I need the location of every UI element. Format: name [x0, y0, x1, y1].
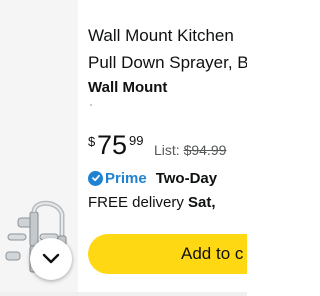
add-to-cart-button[interactable]: Add to c	[88, 234, 247, 274]
product-info: Wall Mount Kitchen Pull Down Sprayer, B …	[88, 0, 247, 296]
price-fraction: 99	[129, 133, 144, 148]
shipping-speed: Two-Day	[155, 169, 218, 187]
delivery-day: Sat,	[188, 194, 216, 211]
product-card: Wall Mount Kitchen Pull Down Sprayer, B …	[0, 0, 247, 296]
check-icon	[88, 170, 103, 186]
product-title-line-2[interactable]: Pull Down Sprayer, B	[88, 49, 247, 76]
product-title-line-1[interactable]: Wall Mount Kitchen	[88, 22, 247, 49]
price-whole: 75	[97, 130, 128, 160]
card-divider	[0, 292, 247, 296]
delivery-prefix: FREE delivery	[88, 194, 189, 211]
list-price-label: List: $94.99	[154, 142, 226, 158]
price-currency: $	[88, 134, 96, 149]
delivery-info: FREE delivery Sat,	[88, 194, 216, 211]
prime-badge: Prime Two-Day	[88, 168, 217, 188]
product-image-panel[interactable]	[0, 0, 78, 296]
product-brand: Wall Mount	[88, 79, 168, 96]
expand-button[interactable]	[30, 238, 72, 280]
divider-dot	[90, 104, 92, 106]
list-label: List:	[154, 142, 184, 158]
add-to-cart-label: Add to c	[181, 244, 244, 263]
list-price: $94.99	[183, 142, 227, 158]
product-title-link[interactable]: Wall Mount Kitchen Pull Down Sprayer, B	[88, 22, 247, 76]
prime-label: Prime	[105, 169, 147, 187]
chevron-down-icon	[42, 253, 60, 264]
